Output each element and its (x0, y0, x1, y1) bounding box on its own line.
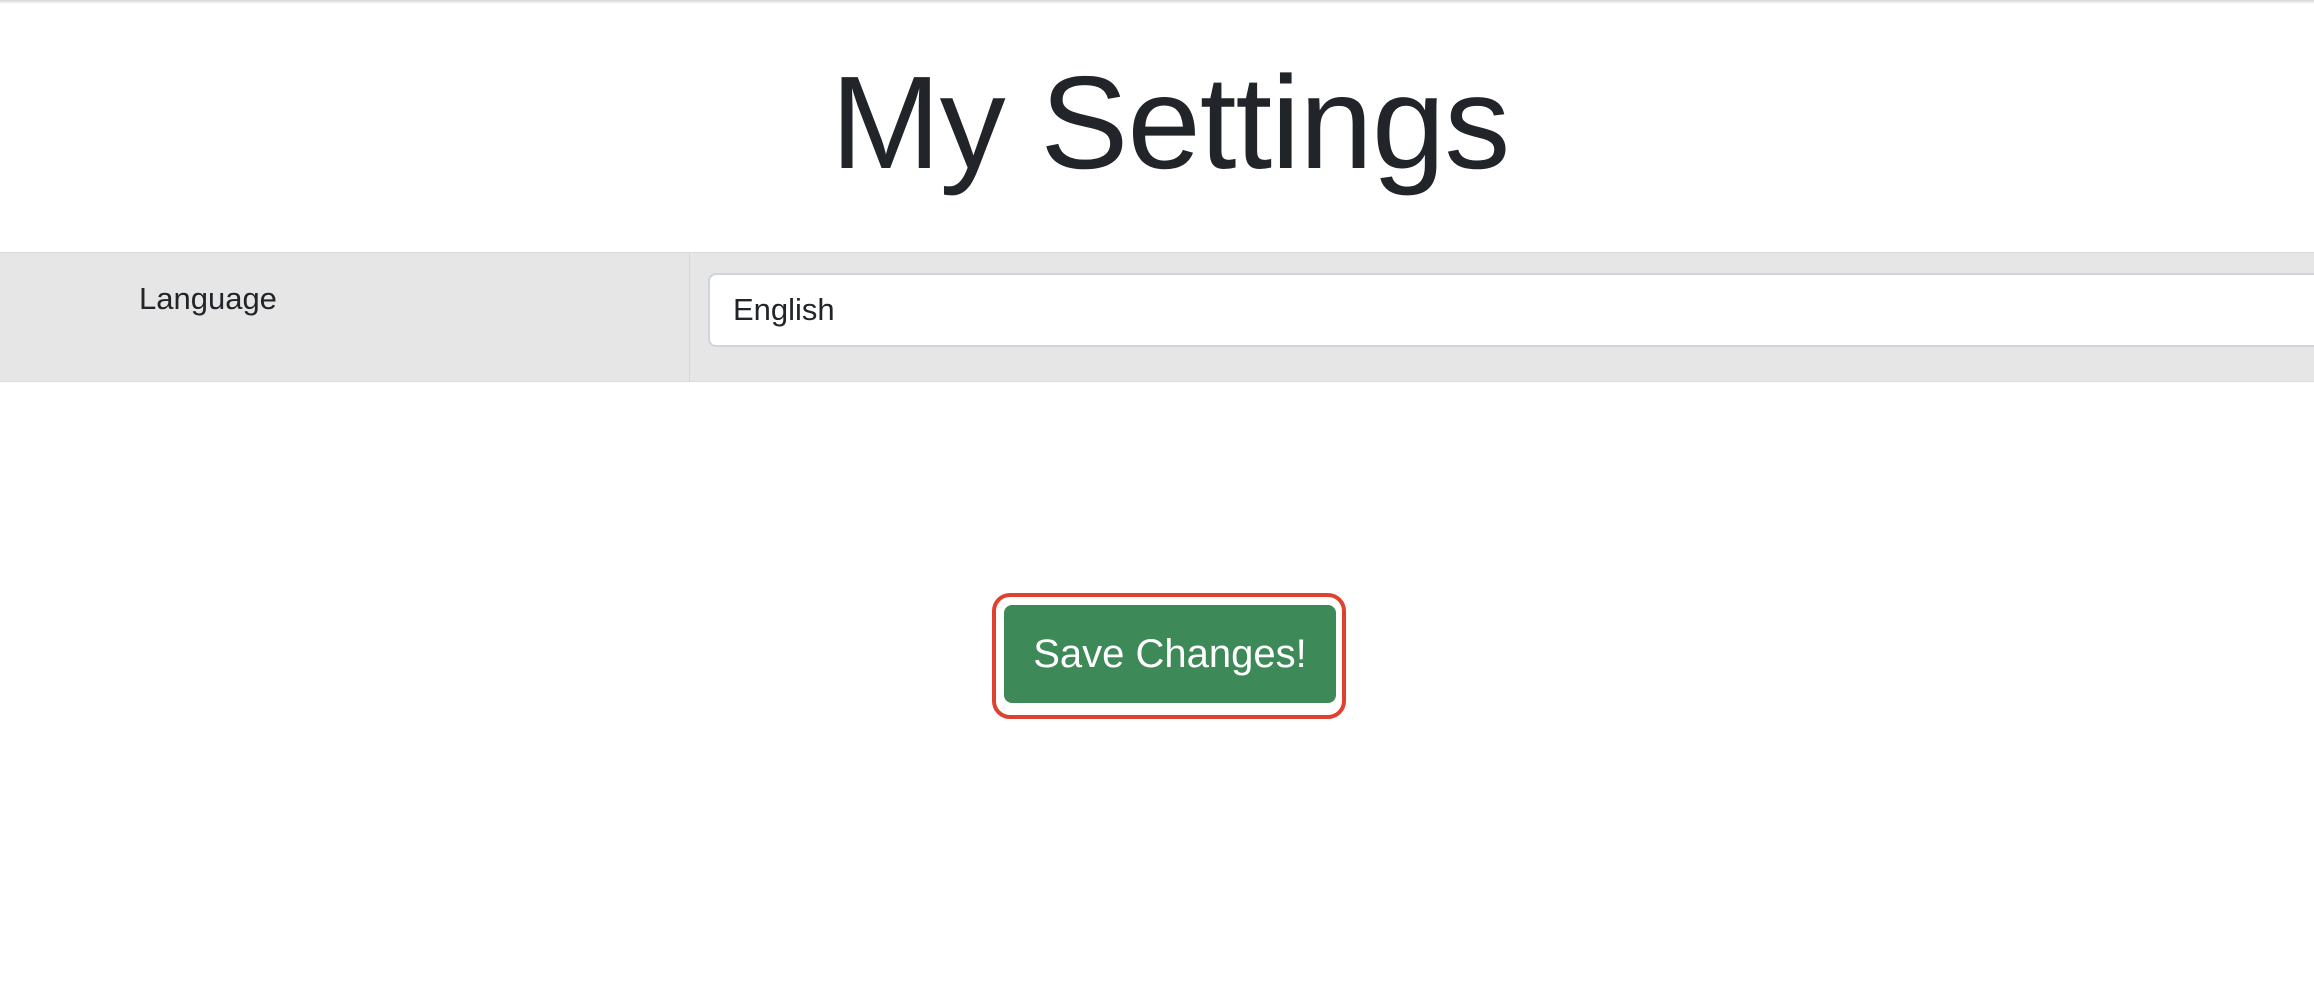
top-edge-shadow (0, 0, 2314, 4)
language-setting-row: Language English (0, 252, 2314, 382)
language-select[interactable]: English (708, 273, 2314, 347)
page-title: My Settings (830, 49, 1511, 196)
language-select-value: English (733, 292, 835, 327)
language-label: Language (139, 281, 277, 316)
row-divider (689, 253, 690, 381)
save-changes-button[interactable]: Save Changes! (1004, 605, 1336, 703)
